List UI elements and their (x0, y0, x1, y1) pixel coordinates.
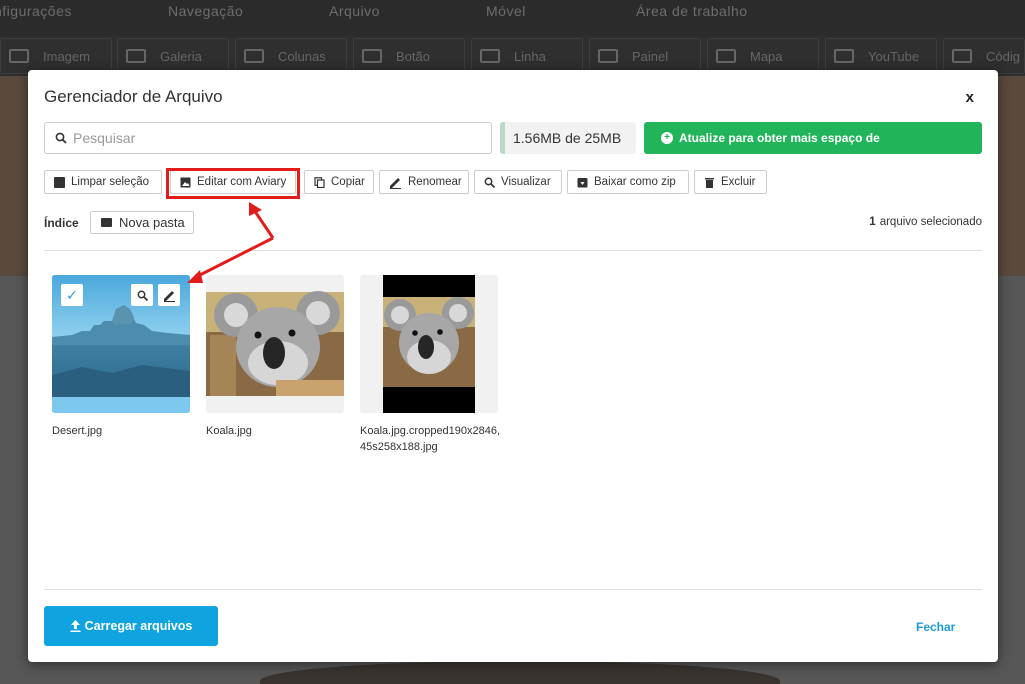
plus-circle-icon: + (661, 132, 673, 144)
file-tile-koala[interactable] (206, 275, 344, 413)
tool-button: Botão (353, 38, 465, 74)
tool-image: Imagem (0, 38, 112, 74)
nav-mobile: Móvel (486, 3, 526, 19)
upgrade-storage-button[interactable]: + Atualize para obter mais espaço de (644, 122, 982, 154)
file-manager-dialog: Gerenciador de Arquivo x 1.56MB de 25MB … (28, 70, 998, 662)
file-name: Desert.jpg (52, 425, 103, 437)
close-icon[interactable]: x (966, 89, 974, 106)
selection-text: arquivo selecionado (879, 216, 982, 228)
search-input[interactable] (73, 130, 473, 146)
tool-columns: Colunas (235, 38, 347, 74)
gallery-icon (126, 49, 146, 63)
file-name: Koala.jpg.cropped190x2846,45s258x188.jpg (360, 425, 501, 453)
line-icon (480, 49, 500, 63)
breadcrumb[interactable]: Índice (44, 216, 79, 230)
youtube-icon (834, 49, 854, 63)
tile-edit-button[interactable] (158, 284, 180, 306)
search-icon (55, 132, 67, 144)
archive-icon (577, 177, 588, 187)
tool-code: Códig (943, 38, 1025, 74)
rename-button[interactable]: Renomear (379, 170, 469, 194)
copy-button[interactable]: Copiar (304, 170, 374, 194)
tile-view-button[interactable] (131, 284, 153, 306)
panel-icon (598, 49, 618, 63)
folder-plus-icon (101, 218, 112, 227)
tool-map: Mapa (707, 38, 819, 74)
search-field[interactable] (44, 122, 492, 154)
selection-count: 1 (869, 216, 876, 228)
code-icon (952, 49, 972, 63)
nav-settings: nfigurações (0, 3, 72, 19)
footer-divider (44, 589, 982, 590)
file-tile-desert[interactable]: ✓ (52, 275, 190, 413)
close-button[interactable]: Fechar (916, 620, 955, 634)
editor-top-nav: nfigurações Navegação Arquivo Móvel Área… (0, 0, 1025, 36)
upgrade-label: Atualize para obter mais espaço de (679, 131, 880, 145)
clear-selection-button[interactable]: Limpar seleção (44, 170, 162, 194)
nav-file: Arquivo (329, 3, 380, 19)
tool-gallery: Galeria (117, 38, 229, 74)
storage-usage: 1.56MB de 25MB (500, 122, 636, 154)
cursor-icon (362, 49, 382, 63)
search-icon (137, 290, 148, 301)
search-icon (484, 177, 495, 188)
dialog-title: Gerenciador de Arquivo (44, 87, 223, 106)
pencil-icon (163, 290, 175, 302)
tool-panel: Painel (589, 38, 701, 74)
upload-files-button[interactable]: Carregar arquivos (44, 606, 218, 646)
new-folder-button[interactable]: Nova pasta (90, 211, 194, 234)
aviary-highlight-box (166, 168, 300, 199)
file-tile-koala-cropped[interactable] (360, 275, 498, 413)
copy-icon (314, 176, 325, 188)
minus-square-icon (54, 176, 65, 188)
tool-youtube: YouTube (825, 38, 937, 74)
download-zip-button[interactable]: Baixar como zip (567, 170, 689, 194)
divider (44, 250, 982, 251)
file-name: Koala.jpg (206, 425, 252, 437)
delete-button[interactable]: Excluir (694, 170, 767, 194)
koala-thumbnail (206, 291, 344, 396)
image-icon (9, 49, 29, 63)
koala-cropped-thumbnail (383, 275, 475, 413)
map-pin-icon (716, 49, 736, 63)
columns-icon (244, 49, 264, 63)
trash-icon (705, 177, 714, 188)
upload-icon (70, 620, 81, 632)
checkmark-icon[interactable]: ✓ (61, 284, 83, 306)
pencil-icon (390, 177, 401, 189)
selection-status: 1 arquivo selecionado (869, 216, 982, 228)
tool-line: Linha (471, 38, 583, 74)
nav-navigation: Navegação (168, 3, 244, 19)
nav-desktop: Área de trabalho (636, 3, 748, 19)
view-button[interactable]: Visualizar (474, 170, 562, 194)
